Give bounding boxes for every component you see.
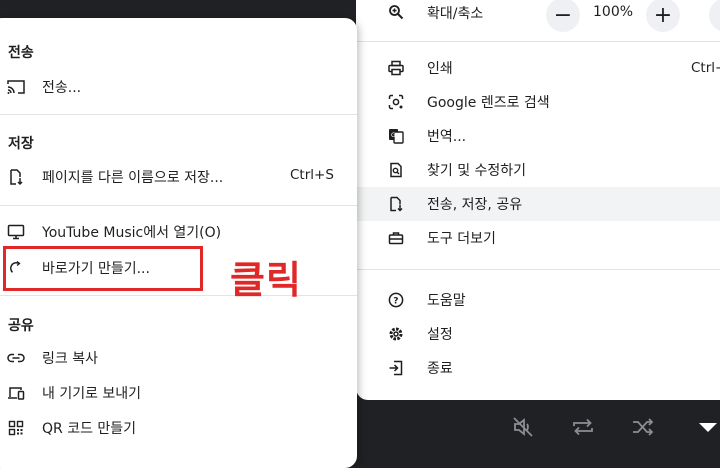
cast-icon [7,78,25,96]
save-page-icon [388,196,404,212]
cast-section-header: 전송 [8,45,34,61]
menu-item-translate[interactable]: G 번역... [356,119,720,153]
menu-divider [0,205,357,206]
menu-item-settings[interactable]: 설정 [356,317,720,351]
printer-icon [388,60,404,76]
menu-item-google-lens[interactable]: Google 렌즈로 검색 [356,85,720,119]
lens-icon [388,94,404,110]
submenu-item-label: QR 코드 만들기 [42,421,137,437]
svg-text:?: ? [393,297,398,307]
save-page-icon [7,168,25,186]
gear-icon [388,326,404,342]
menu-divider [356,41,720,42]
exit-icon [388,360,404,376]
menu-item-label: 찾기 및 수정하기 [427,163,527,179]
zoom-icon [388,4,404,20]
menu-item-print[interactable]: 인쇄 Ctrl+ [356,51,720,85]
menu-item-label: 종료 [427,361,453,377]
zoom-level: 100% [593,4,634,20]
monitor-icon [7,223,25,241]
devices-icon [7,384,25,402]
menu-item-label: 번역... [427,129,467,145]
submenu-item-label: 전송... [42,80,82,96]
submenu-item-save-page-as[interactable]: 페이지를 다른 이름으로 저장... Ctrl+S [0,159,357,193]
expand-down-icon[interactable] [695,414,720,440]
menu-item-label: 전송, 저장, 공유 [427,197,523,213]
submenu-item-copy-link[interactable]: 링크 복사 [0,340,357,374]
submenu-item-cast[interactable]: 전송... [0,69,357,103]
link-icon [7,349,25,367]
repeat-icon[interactable] [570,414,596,440]
click-annotation: 클릭 [230,258,302,302]
save-page-shortcut: Ctrl+S [290,167,334,183]
svg-text:G: G [391,132,396,139]
submenu-item-label: 링크 복사 [42,351,98,367]
translate-icon: G [388,128,404,144]
zoom-label: 확대/축소 [427,6,484,22]
save-section-header: 저장 [8,136,34,152]
menu-item-label: 도움말 [427,293,466,309]
submenu-item-send-to-devices[interactable]: 내 기기로 보내기 [0,375,357,409]
menu-item-label: Google 렌즈로 검색 [427,95,550,111]
submenu-item-label: YouTube Music에서 열기(O) [42,225,222,241]
menu-divider [356,269,720,270]
menu-item-exit[interactable]: 종료 [356,351,720,385]
menu-item-cast-save-share[interactable]: 전송, 저장, 공유 [356,187,720,221]
menu-item-label: 설정 [427,327,453,343]
submenu-item-open-in-app[interactable]: YouTube Music에서 열기(O) [0,214,357,248]
share-section-header: 공유 [8,318,34,334]
help-icon: ? [388,292,404,308]
menu-divider [0,114,357,115]
toolbox-icon [388,230,404,246]
submenu-item-qr-code[interactable]: QR 코드 만들기 [0,410,357,444]
highlight-box [3,246,203,291]
menu-item-more-tools[interactable]: 도구 더보기 [356,221,720,255]
shuffle-icon[interactable] [630,414,656,440]
mute-icon[interactable] [510,414,536,440]
menu-item-find-edit[interactable]: 찾기 및 수정하기 [356,153,720,187]
qr-code-icon [7,419,25,437]
player-controls [357,400,720,454]
menu-item-label: 도구 더보기 [427,231,496,247]
chrome-main-menu: 확대/축소 − 100% + 인쇄 Ctrl+ Google 렌즈로 검색 G … [356,0,720,400]
menu-item-help[interactable]: ? 도움말 [356,283,720,317]
menu-divider [0,295,357,296]
cast-save-share-submenu: 전송 전송... 저장 페이지를 다른 이름으로 저장... Ctrl+S Yo… [0,18,357,468]
menu-item-label: 인쇄 [427,61,453,77]
print-shortcut: Ctrl+ [691,60,720,76]
submenu-item-label: 페이지를 다른 이름으로 저장... [42,170,224,186]
submenu-item-label: 내 기기로 보내기 [42,386,142,402]
find-page-icon [388,162,404,178]
